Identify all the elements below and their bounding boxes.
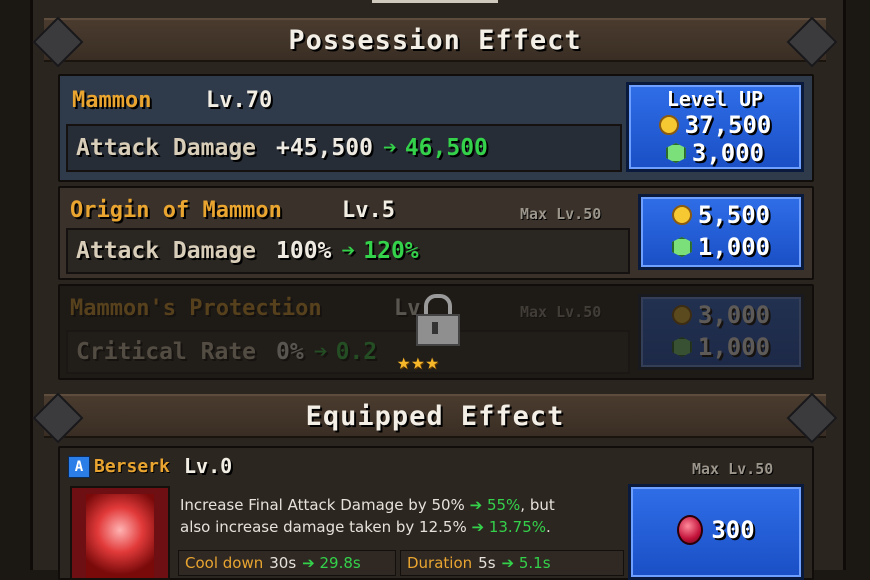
origin-upgrade-button[interactable]: 5,500 1,000 [638, 194, 804, 270]
gold-coin-icon [671, 305, 692, 325]
origin-name: Origin of Mammon [70, 198, 282, 223]
duration-box: Duration 5s ➔ 5.1s [400, 550, 624, 576]
origin-max-level: Max Lv.50 [520, 205, 602, 223]
skill-panel: A Berserk Lv.0 Max Lv.50 Increase Final … [58, 446, 814, 580]
gold-cost: 5,500 [697, 201, 771, 229]
arrow-icon: ➔ [341, 238, 356, 264]
gold-coin-icon [658, 115, 679, 135]
arrow-icon: ➔ [382, 135, 397, 161]
stat-label: Attack Damage [76, 135, 257, 161]
mammon-level: Lv.70 [206, 88, 273, 113]
stat-label: Attack Damage [76, 238, 257, 264]
origin-panel: Origin of Mammon Lv.5 Max Lv.50 Attack D… [58, 186, 814, 280]
protection-name: Mammon's Protection [70, 296, 322, 321]
possession-title: Possession Effect [288, 24, 582, 56]
stat-current: +45,500 [276, 135, 373, 161]
mammon-stat-box: Attack Damage +45,500 ➔ 46,500 [66, 124, 622, 172]
skill-description-line1: Increase Final Attack Damage by 50% ➔ 55… [180, 496, 555, 514]
protection-stat-box: Critical Rate 0% ➔ 0.2 [66, 330, 630, 374]
green-gem-icon [665, 143, 686, 163]
gold-cost: 3,000 [697, 301, 771, 329]
mammon-name: Mammon [72, 88, 152, 113]
mammon-panel: Mammon Lv.70 Attack Damage +45,500 ➔ 46,… [58, 74, 814, 182]
star-rating-icon: ★★★ [397, 350, 440, 375]
arrow-icon: ➔ [313, 339, 328, 365]
protection-upgrade-button: 3,000 1,000 [638, 294, 804, 370]
stat-current: 100% [276, 238, 332, 264]
gem-cost: 3,000 [691, 139, 765, 167]
skill-description-line2: also increase damage taken by 12.5% ➔ 13… [180, 518, 551, 536]
gem-cost: 1,000 [697, 233, 771, 261]
skill-level: Lv.0 [184, 454, 233, 478]
stat-current: 0% [276, 339, 304, 365]
stat-label: Critical Rate [76, 339, 257, 365]
skill-cost: 300 [711, 516, 755, 544]
stat-next: 0.2 [335, 339, 378, 365]
top-handle [372, 0, 498, 3]
stat-next: 46,500 [404, 135, 488, 161]
equipped-header: Equipped Effect [32, 392, 838, 444]
possession-header: Possession Effect [32, 16, 838, 68]
lock-icon [414, 294, 460, 346]
red-gem-icon [677, 515, 704, 545]
gold-coin-icon [671, 205, 692, 225]
skill-type-badge: A [68, 456, 90, 478]
equipped-title: Equipped Effect [305, 400, 565, 432]
green-gem-icon [671, 237, 692, 257]
level-up-label: Level UP [666, 87, 764, 111]
skill-upgrade-button[interactable]: 300 [628, 484, 804, 580]
gold-cost: 37,500 [684, 111, 772, 139]
green-gem-icon [671, 337, 692, 357]
origin-stat-box: Attack Damage 100% ➔ 120% [66, 228, 630, 274]
protection-max-level: Max Lv.50 [520, 303, 602, 321]
stat-next: 120% [363, 238, 419, 264]
skill-name: Berserk [94, 456, 170, 477]
cooldown-box: Cool down 30s ➔ 29.8s [178, 550, 396, 576]
gem-cost: 1,000 [697, 333, 771, 361]
berserk-skill-icon [70, 486, 170, 580]
level-up-button[interactable]: Level UP 37,500 3,000 [626, 82, 804, 172]
origin-level: Lv.5 [342, 198, 395, 223]
skill-max-level: Max Lv.50 [692, 460, 774, 478]
